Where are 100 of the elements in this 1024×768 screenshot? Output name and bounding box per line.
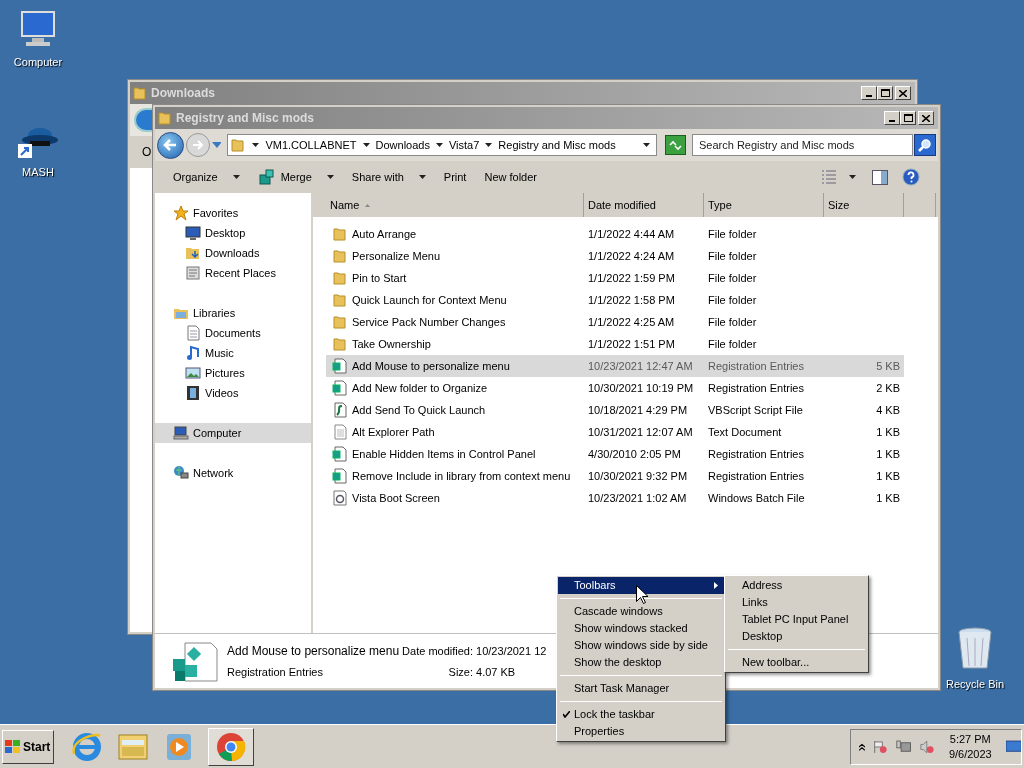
nav-item[interactable]: Music	[155, 343, 311, 363]
file-row[interactable]: Add Mouse to personalize menu 10/23/2021 12:47 AM Registration Entries 5 KB	[326, 355, 904, 377]
file-row[interactable]: Add Send To Quick Launch 10/18/2021 4:29 PM VBScript Script File 4 KB	[326, 399, 904, 421]
date-cell-text: 10/30/2021 9:32 PM	[587, 468, 689, 484]
column-header[interactable]: Name	[326, 193, 584, 217]
file-row[interactable]: Add New folder to Organize 10/30/2021 10:19 PM Registration Entries 2 KB	[326, 377, 904, 399]
back-button[interactable]	[157, 131, 184, 159]
menu-item[interactable]: Show the desktop	[558, 654, 724, 671]
file-row[interactable]: Pin to Start 1/1/2022 1:59 PM File folder	[326, 267, 904, 289]
column-header[interactable]: Type	[704, 193, 824, 217]
file-row[interactable]: Vista Boot Screen 10/23/2021 1:02 AM Windows Batch File 1 KB	[326, 487, 904, 509]
gear-file-icon	[332, 490, 348, 506]
nav-item[interactable]: Pictures	[155, 363, 311, 383]
column-header[interactable]: Size	[824, 193, 904, 217]
toolbar-button[interactable]: Merge	[251, 165, 340, 189]
menu-item[interactable]: Properties	[558, 723, 724, 740]
menu-label: Show the desktop	[574, 655, 663, 671]
menu-label: Show windows stacked	[574, 621, 689, 637]
nav-item[interactable]: Desktop	[155, 223, 311, 243]
maximize-button[interactable]	[900, 111, 916, 125]
nav-item[interactable]: Favorites	[155, 203, 311, 223]
clock-date[interactable]: 9/6/2023	[948, 746, 992, 762]
back-button[interactable]	[134, 108, 152, 132]
nav-item[interactable]: Videos	[155, 383, 311, 403]
menu-item[interactable]: Lock the taskbar	[558, 706, 724, 723]
file-row[interactable]: Alt Explorer Path 10/31/2021 12:07 AM Text Document 1 KB	[326, 421, 904, 443]
history-caret-icon[interactable]	[211, 142, 222, 148]
document-icon	[332, 424, 348, 440]
file-name: Enable Hidden Items in Control Panel	[352, 446, 536, 462]
date-cell-text: 1/1/2022 4:24 AM	[587, 248, 676, 264]
type-cell-text: Registration Entries	[707, 446, 805, 462]
toolbar-button[interactable]: New folder	[478, 165, 543, 189]
breadcrumb-item[interactable]: Vista7	[448, 136, 480, 154]
nav-label: Music	[205, 345, 234, 361]
breadcrumb-caret-icon	[435, 143, 443, 147]
menu-item[interactable]: Desktop	[726, 628, 867, 645]
caret-icon	[418, 175, 426, 179]
close-button[interactable]	[918, 111, 934, 125]
file-row[interactable]: Take Ownership 1/1/2022 1:51 PM File folder	[326, 333, 904, 355]
speaker-muted-icon[interactable]	[919, 738, 935, 755]
taskbar-button[interactable]	[208, 727, 254, 766]
menu-item[interactable]: New toolbar...	[726, 654, 867, 671]
help-icon[interactable]	[902, 168, 920, 186]
breadcrumb-item[interactable]: Registry and Misc mods	[498, 136, 616, 154]
menu-item[interactable]: Toolbars	[558, 577, 724, 594]
file-row[interactable]: Enable Hidden Items in Control Panel 4/30/2010 2:05 PM Registration Entries 1 KB	[326, 443, 904, 465]
nav-item[interactable]: Downloads	[155, 243, 311, 263]
refresh-button[interactable]	[665, 135, 686, 155]
clock-time[interactable]: 5:27 PM	[949, 731, 991, 747]
desktop-icon-label[interactable]: Computer	[13, 54, 63, 71]
flag-error-icon[interactable]	[872, 738, 889, 755]
column-header[interactable]: Date modified	[584, 193, 704, 217]
size-cell-text: 1 KB	[876, 468, 900, 484]
caret-icon	[326, 175, 334, 179]
file-row[interactable]: Quick Launch for Context Menu 1/1/2022 1:58 PM File folder	[326, 289, 904, 311]
maximize-button[interactable]	[877, 86, 893, 100]
file-row[interactable]: Personalize Menu 1/1/2022 4:24 AM File folder	[326, 245, 904, 267]
minimize-button[interactable]	[861, 86, 877, 100]
nav-item[interactable]: Network	[155, 463, 311, 483]
chrome-style-icon	[215, 730, 247, 763]
start-button[interactable]: Start	[2, 729, 54, 764]
toolbar-button[interactable]: Organize	[167, 165, 246, 189]
menu-item[interactable]: Start Task Manager	[558, 680, 724, 697]
file-row[interactable]: Remove Include in library from context menu 10/30/2021 9:32 PM Registration Entries 1 KB	[326, 465, 904, 487]
desktop-icon-label[interactable]: MASH	[22, 164, 54, 181]
file-row[interactable]: Service Pack Number Changes 1/1/2022 4:25 AM File folder	[326, 311, 904, 333]
menu-item[interactable]: Address	[726, 577, 867, 594]
desktop-icon-label[interactable]: Recycle Bin	[945, 676, 1005, 693]
type-cell-text: Text Document	[707, 424, 783, 440]
file-row[interactable]: Auto Arrange 1/1/2022 4:44 AM File folder	[326, 223, 904, 245]
breadcrumb-item[interactable]: Downloads	[375, 136, 430, 154]
menu-item[interactable]: Show windows stacked	[558, 620, 724, 637]
show-desktop-icon[interactable]	[1005, 739, 1022, 754]
nav-item[interactable]: Recent Places	[155, 263, 311, 283]
menu-item[interactable]: Cascade windows	[558, 603, 724, 620]
nav-item[interactable]: Documents	[155, 323, 311, 343]
menu-label: Start Task Manager	[574, 681, 671, 697]
size-value: 4.07 KB	[476, 664, 517, 680]
nav-item[interactable]: Computer	[155, 423, 311, 443]
search-field[interactable]: Search Registry and Misc mods	[692, 134, 913, 156]
address-bar[interactable]: VM1.COLLABNET Downloads Vista7 Registry and Misc mods	[227, 134, 658, 156]
toolbar-button[interactable]: Share with	[345, 165, 432, 189]
minimize-button[interactable]	[884, 111, 900, 125]
search-button[interactable]	[914, 134, 936, 156]
close-button[interactable]	[895, 86, 911, 100]
file-name: Add Send To Quick Launch	[352, 402, 486, 418]
menu-item[interactable]: Tablet PC Input Panel	[726, 611, 867, 628]
nav-label: Desktop	[205, 225, 246, 241]
preview-pane-icon[interactable]	[872, 169, 888, 185]
toolbar-button[interactable]: Print	[437, 165, 473, 189]
size-cell-text: 2 KB	[876, 380, 900, 396]
breadcrumb-caret-icon	[485, 143, 493, 147]
chevron-up-icon[interactable]	[859, 742, 865, 751]
menu-item[interactable]: Show windows side by side	[558, 637, 724, 654]
menu-item[interactable]: Links	[726, 594, 867, 611]
nav-item[interactable]: Libraries	[155, 303, 311, 323]
network-monitor-icon[interactable]	[896, 738, 912, 755]
arrow-left-icon	[163, 139, 178, 151]
flag-logo-icon	[5, 739, 21, 754]
breadcrumb-item[interactable]: VM1.COLLABNET	[265, 136, 357, 154]
